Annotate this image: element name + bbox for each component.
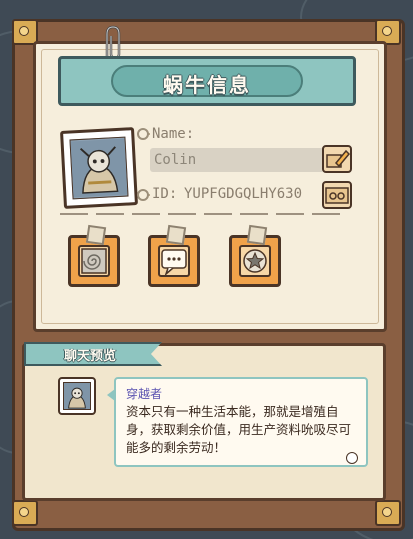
sender-name: 穿越者 <box>126 387 163 401</box>
pencil-icon <box>326 149 351 168</box>
chat-preview-title: 聊天预览 <box>64 349 117 364</box>
action-button-3[interactable] <box>229 224 281 287</box>
avatar[interactable] <box>60 127 138 209</box>
swirl-icon <box>81 248 107 274</box>
more-icon[interactable] <box>346 452 358 464</box>
connector-dot <box>137 189 149 201</box>
copy-id-button[interactable] <box>322 181 352 209</box>
action-button-2[interactable] <box>148 224 200 287</box>
scissors-icon <box>325 187 349 204</box>
chat-message: 资本只有一种生活本能，那就是增殖自身，获取剩余价值，用生产资料吮吸尽可能多的剩余… <box>126 404 352 455</box>
divider <box>60 213 352 217</box>
corner-ornament <box>375 500 401 526</box>
edit-name-button[interactable] <box>322 145 352 173</box>
action-button-1[interactable] <box>68 224 120 287</box>
snail-avatar-icon <box>64 383 90 409</box>
title-banner: 蜗牛信息 <box>58 56 356 106</box>
page-title: 蜗牛信息 <box>163 73 251 97</box>
star-badge-icon <box>243 249 267 273</box>
snail-avatar-icon <box>70 138 128 198</box>
sender-avatar <box>58 377 96 415</box>
id-label: ID: <box>152 186 178 202</box>
name-label: Name: <box>152 126 195 142</box>
chat-icon <box>161 249 187 277</box>
name-field[interactable]: Colin <box>150 148 324 172</box>
id-value: YUPFGDGQLHY630 <box>184 186 303 202</box>
corner-ornament <box>12 500 38 526</box>
connector-dot <box>137 128 149 140</box>
